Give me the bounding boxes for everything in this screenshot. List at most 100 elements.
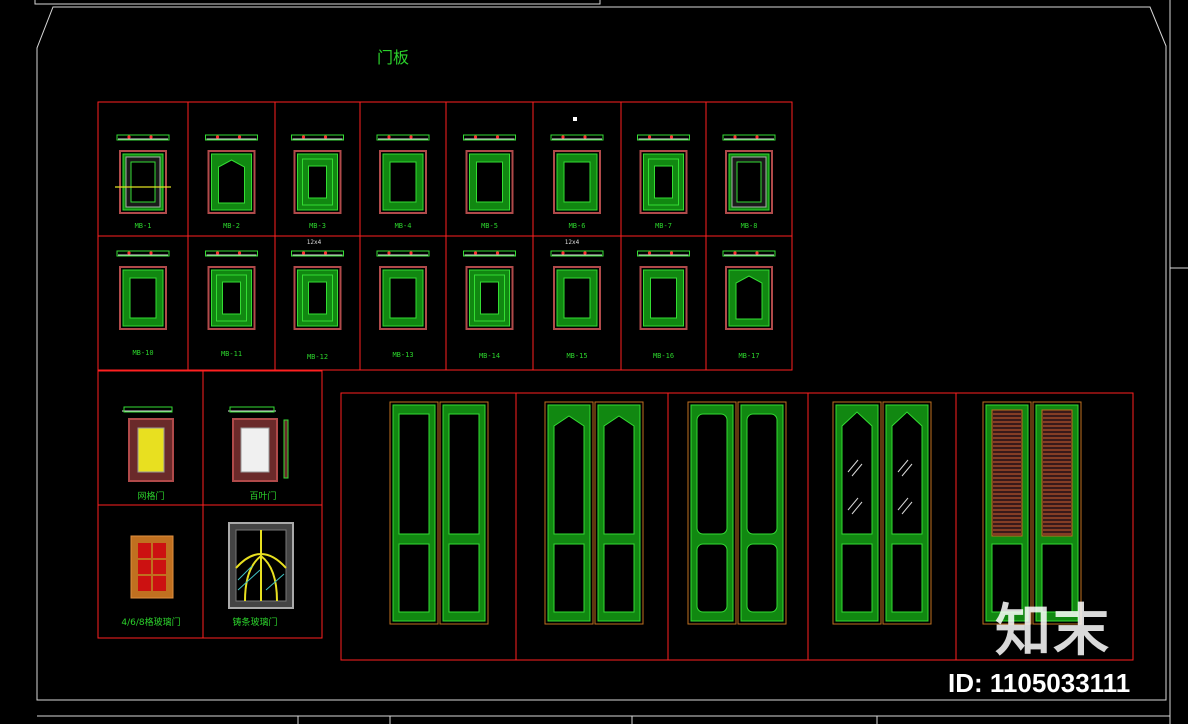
profile-dot xyxy=(215,251,220,255)
panel-inner-field xyxy=(563,277,591,319)
profile-dot xyxy=(561,135,565,139)
panel-label-row2: MB-17 xyxy=(738,352,760,360)
label-lattice-glass-door: 铸条玻璃门 xyxy=(232,618,278,628)
double-door-3-left xyxy=(832,401,882,625)
label-louver-door: 百叶门 xyxy=(249,492,277,502)
door-lower-field xyxy=(841,543,873,613)
door-panel-8 xyxy=(116,250,170,330)
double-door-3-right xyxy=(882,401,932,625)
panel-label-row1: MB-5 xyxy=(481,222,498,230)
double-door-2-right xyxy=(737,401,787,625)
panel-label-row1: MB-7 xyxy=(655,222,672,230)
marker-square xyxy=(573,117,577,121)
door-panel-1 xyxy=(205,134,258,214)
door-panel-3 xyxy=(376,134,430,214)
double-door-0-right xyxy=(439,401,489,625)
profile-dot xyxy=(387,135,391,139)
panel-inner-field xyxy=(389,277,417,319)
panel-label-row2: MB-10 xyxy=(132,349,154,357)
door-lower-field xyxy=(448,543,480,613)
panel-inner-field xyxy=(563,161,591,203)
profile-dot xyxy=(301,251,306,255)
mini-mark-2: 12x4 xyxy=(564,239,580,246)
panel-inner-field xyxy=(130,161,156,203)
panel-label-row2: MB-13 xyxy=(392,351,414,359)
profile-dot xyxy=(583,135,587,139)
panel-inner-field xyxy=(222,281,241,315)
profile-dot xyxy=(237,135,242,139)
door-upper-field xyxy=(746,413,778,535)
profile-dot xyxy=(387,251,391,255)
door-panel-9 xyxy=(205,250,258,330)
profile-dot xyxy=(495,135,500,139)
panel-inner-field xyxy=(476,161,503,203)
profile-dot xyxy=(647,251,652,255)
double-door-2-left xyxy=(687,401,737,625)
watermark-id: ID: 1105033111 xyxy=(948,668,1131,698)
profile-dot xyxy=(127,135,131,139)
panel-label-row1: MB-1 xyxy=(134,222,152,230)
louver-door-panel xyxy=(240,427,270,473)
panel-inner-field xyxy=(308,165,327,199)
door-panel-14 xyxy=(637,250,690,330)
panel-label-row1: MB-2 xyxy=(223,222,240,230)
door-panel-4 xyxy=(463,134,516,214)
door-lower-field xyxy=(398,543,430,613)
door-upper-field xyxy=(398,413,430,535)
louver-field xyxy=(1041,409,1073,537)
panel-inner-field xyxy=(480,281,499,315)
door-panel-2 xyxy=(291,134,344,214)
door-upper-arch xyxy=(553,415,585,535)
profile-dot xyxy=(237,251,242,255)
panel-inner-arch xyxy=(735,275,763,320)
panel-label-row1: MB-6 xyxy=(568,222,586,230)
profile-dot xyxy=(733,135,737,139)
panel-label-row2: MB-12 xyxy=(306,353,329,361)
watermark-logo: 知末 xyxy=(995,599,1111,664)
door-panel-12 xyxy=(463,250,516,330)
door-lower-field xyxy=(746,543,778,613)
profile-dot xyxy=(215,135,220,139)
profile-dot xyxy=(323,135,328,139)
mesh-door-panel xyxy=(137,427,165,473)
panel-label-row1: MB-8 xyxy=(740,222,758,230)
profile-dot xyxy=(647,135,652,139)
panel-inner-field xyxy=(650,277,677,319)
profile-dot xyxy=(561,251,565,255)
double-door-1-left xyxy=(544,401,594,625)
special-door-grid xyxy=(97,370,323,639)
panel-inner-arch xyxy=(218,159,245,204)
panel-label-row2: MB-14 xyxy=(478,352,501,360)
drawing-title: 门板 xyxy=(377,48,410,67)
label-grid-glass-door: 4/6/8格玻璃门 xyxy=(121,618,181,628)
profile-dot xyxy=(473,251,478,255)
profile-dot xyxy=(409,135,413,139)
panel-inner-field xyxy=(654,165,673,199)
door-glass xyxy=(841,411,873,535)
panel-inner-field xyxy=(736,161,762,203)
door-lower-field xyxy=(891,543,923,613)
door-lower-field xyxy=(553,543,585,613)
profile-dot xyxy=(301,135,306,139)
panel-label-row1: MB-4 xyxy=(394,222,412,230)
door-panel-13 xyxy=(550,250,604,330)
door-upper-field xyxy=(696,413,728,535)
door-panel-0 xyxy=(115,134,171,214)
panel-label-row1: MB-3 xyxy=(309,222,326,230)
double-door-0-left xyxy=(389,401,439,625)
panel-label-row2: MB-11 xyxy=(220,350,243,358)
panel-label-row2: MB-15 xyxy=(566,352,588,360)
door-lower-field xyxy=(696,543,728,613)
profile-dot xyxy=(495,251,500,255)
profile-dot xyxy=(323,251,328,255)
panel-inner-field xyxy=(389,161,417,203)
panel-inner-field xyxy=(308,281,327,315)
double-door-1-right xyxy=(594,401,644,625)
panel-label-row2: MB-16 xyxy=(652,352,675,360)
door-glass xyxy=(891,411,923,535)
door-panel-5 xyxy=(550,134,604,214)
mini-mark-1: 12x4 xyxy=(306,239,322,246)
profile-dot xyxy=(127,251,131,255)
panel-inner-field xyxy=(129,277,157,319)
profile-dot xyxy=(669,251,674,255)
